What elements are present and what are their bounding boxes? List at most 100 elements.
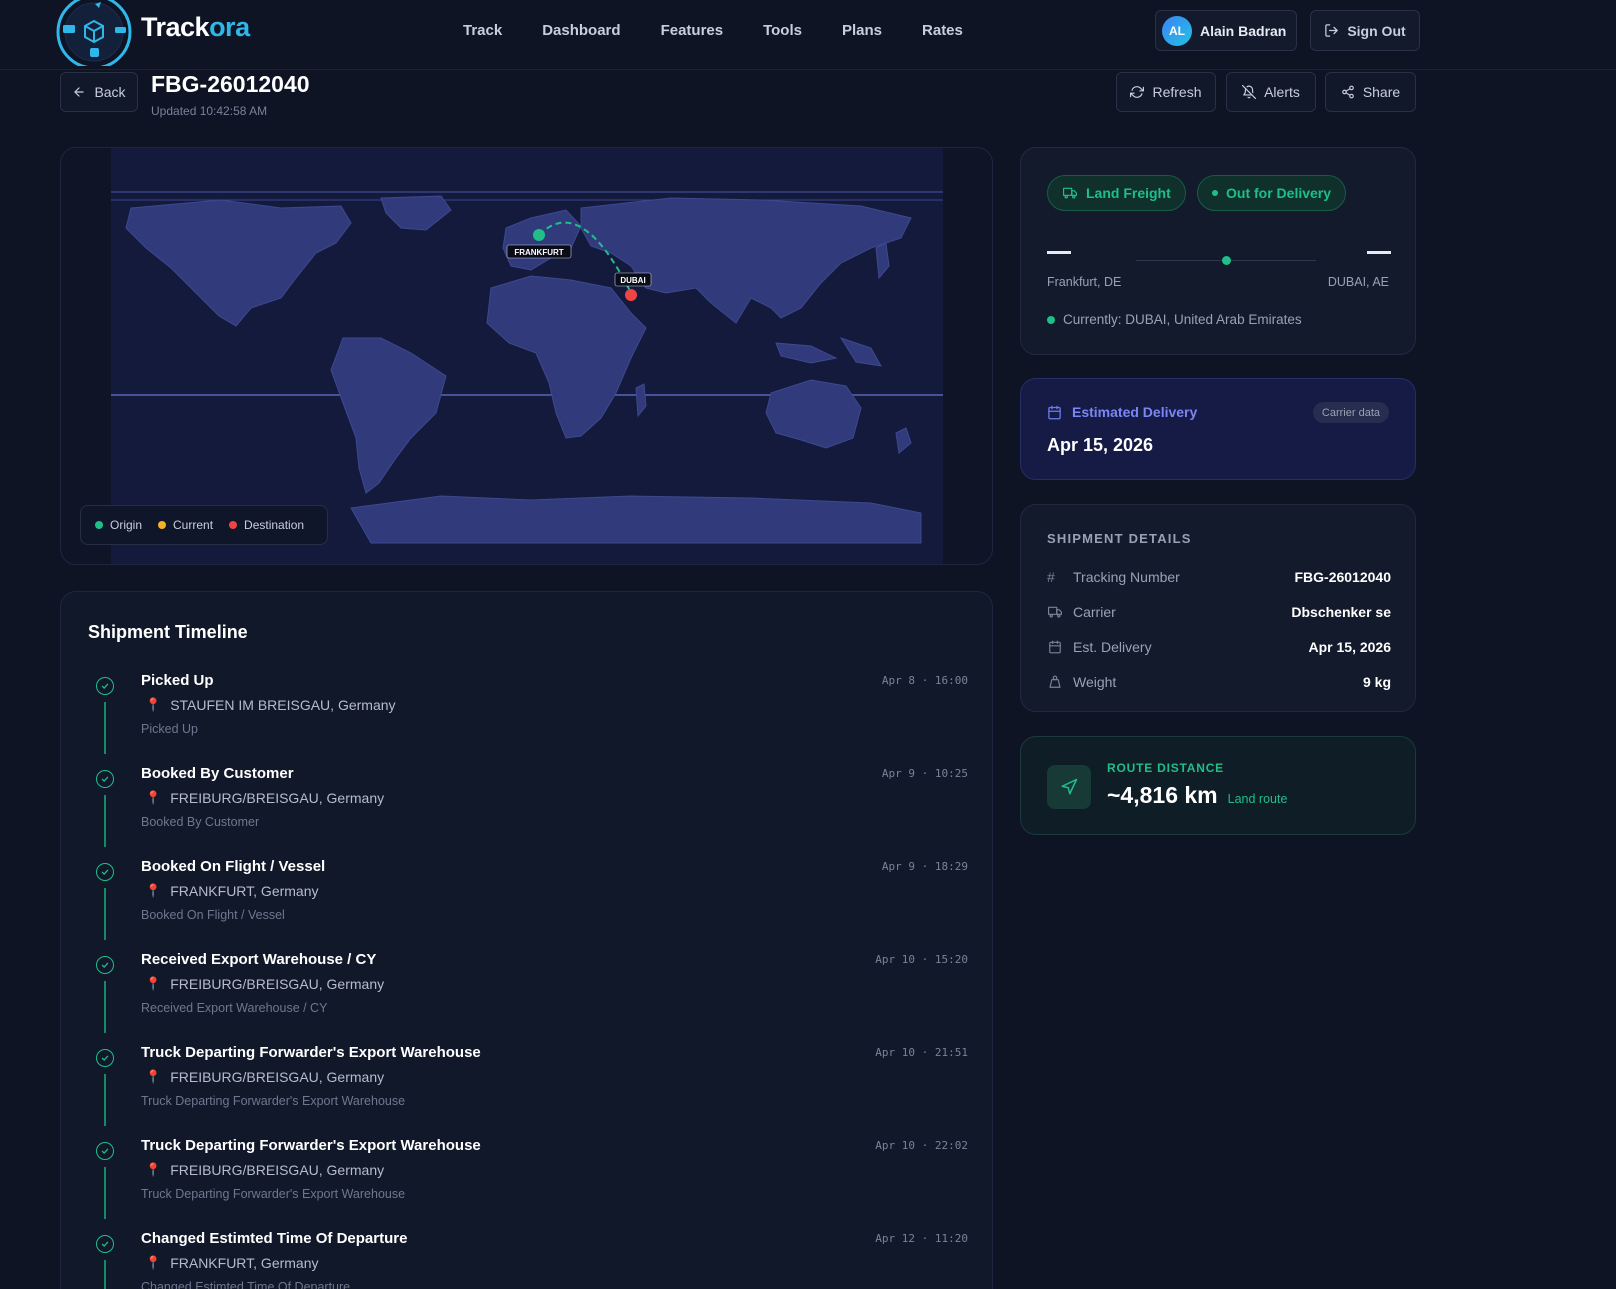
current-location-dot <box>1047 315 1055 324</box>
timeline-connector <box>104 702 106 754</box>
share-button[interactable]: Share <box>1325 72 1416 112</box>
event-location-label: FREIBURG/BREISGAU, Germany <box>170 1162 385 1178</box>
shipment-details-title: SHIPMENT DETAILS <box>1047 531 1192 546</box>
legend-current-label: Current <box>173 518 214 532</box>
bell-off-icon <box>1242 85 1257 99</box>
detail-value: Apr 15, 2026 <box>1308 639 1392 655</box>
event-location: 📍 FREIBURG/BREISGAU, Germany <box>145 1069 384 1085</box>
destination-tag-label: DUBAI <box>620 276 645 285</box>
sign-out-label: Sign Out <box>1347 22 1406 39</box>
timeline-event[interactable]: Changed Estimted Time Of Departure 📍 FRAN… <box>61 1230 994 1289</box>
event-title: Received Export Warehouse / CY <box>141 951 377 968</box>
detail-label: Tracking Number <box>1073 569 1180 585</box>
event-location: 📍 FREIBURG/BREISGAU, Germany <box>145 790 384 806</box>
map-pin-icon: 📍 <box>145 1162 162 1177</box>
origin-marker[interactable] <box>533 229 545 241</box>
detail-row-weight: Weight 9 kg <box>1047 672 1391 692</box>
map-pin-icon: 📍 <box>145 790 162 805</box>
destination-tag: DUBAI <box>614 272 652 287</box>
event-time: Apr 9 · 18:29 <box>881 860 968 873</box>
timeline-event[interactable]: Truck Departing Forwarder's Export Wareh… <box>61 1137 994 1230</box>
event-location-label: FREIBURG/BREISGAU, Germany <box>170 976 385 992</box>
detail-row-carrier: Carrier Dbschenker se <box>1047 602 1391 622</box>
status-label: Out for Delivery <box>1226 185 1332 201</box>
sign-out-icon <box>1325 24 1339 37</box>
event-location: 📍 FREIBURG/BREISGAU, Germany <box>145 976 384 992</box>
back-button[interactable]: Back <box>60 72 138 112</box>
nav-link-plans[interactable]: Plans <box>842 22 882 39</box>
event-description: Received Export Warehouse / CY <box>141 1001 328 1015</box>
timeline-connector <box>104 795 106 847</box>
event-title: Truck Departing Forwarder's Export Wareh… <box>141 1044 481 1061</box>
event-description: Changed Estimted Time Of Departure <box>141 1280 351 1289</box>
event-title: Truck Departing Forwarder's Export Wareh… <box>141 1137 481 1154</box>
alerts-button[interactable]: Alerts <box>1226 72 1316 112</box>
timeline-connector <box>104 1074 106 1126</box>
nav-link-features[interactable]: Features <box>661 22 724 39</box>
brand-name-part1: Track <box>141 12 210 42</box>
detail-value: 9 kg <box>1362 674 1391 690</box>
event-location: 📍 FRANKFURT, Germany <box>145 1255 319 1271</box>
arrow-left-icon <box>74 87 85 97</box>
event-time: Apr 10 · 21:51 <box>875 1046 968 1059</box>
share-label: Share <box>1362 84 1401 100</box>
event-description: Truck Departing Forwarder's Export Wareh… <box>141 1187 406 1201</box>
detail-value[interactable]: FBG-26012040 <box>1294 569 1391 585</box>
check-circle-icon <box>96 1142 114 1160</box>
event-title: Changed Estimted Time Of Departure <box>141 1230 408 1247</box>
nav-links: Track Dashboard Features Tools Plans Rat… <box>463 22 1003 39</box>
user-menu-button[interactable]: AL Alain Badran <box>1155 10 1297 51</box>
timeline-event[interactable]: Truck Departing Forwarder's Export Wareh… <box>61 1044 994 1137</box>
map-card: FRANKFURT DUBAI Origin Current Destinati… <box>60 147 993 565</box>
timeline-event[interactable]: Received Export Warehouse / CY 📍 FREIBURG… <box>61 951 994 1044</box>
estimated-delivery-date: Apr 15, 2026 <box>1047 435 1154 455</box>
event-description: Picked Up <box>141 722 198 736</box>
brand-name[interactable]: Trackora <box>141 12 250 43</box>
check-circle-icon <box>96 770 114 788</box>
legend-origin-label: Origin <box>110 518 143 532</box>
timeline-connector <box>104 981 106 1033</box>
route-distance-card: ROUTE DISTANCE ~4,816 km Land route <box>1020 736 1416 835</box>
calendar-icon <box>1049 640 1061 654</box>
route-progress-dot <box>1222 256 1231 265</box>
truck-icon <box>1063 187 1077 199</box>
destination-marker[interactable] <box>625 289 637 301</box>
world-map[interactable]: FRANKFURT DUBAI <box>111 148 943 564</box>
timeline-connector <box>104 888 106 940</box>
check-circle-icon <box>96 677 114 695</box>
mode-badge: Land Freight <box>1047 175 1186 211</box>
nav-link-track[interactable]: Track <box>463 22 502 39</box>
event-location-label: FRANKFURT, Germany <box>170 883 319 899</box>
timeline-event[interactable]: Picked Up 📍 STAUFEN IM BREISGAU, Germany … <box>61 672 994 765</box>
timeline-event[interactable]: Booked By Customer 📍 FREIBURG/BREISGAU, G… <box>61 765 994 858</box>
avatar: AL <box>1162 15 1192 46</box>
world-map-svg: FRANKFURT DUBAI <box>111 191 943 544</box>
map-pin-icon: 📍 <box>145 883 162 898</box>
sign-out-button[interactable]: Sign Out <box>1310 10 1420 51</box>
event-title: Booked On Flight / Vessel <box>141 858 326 875</box>
event-time: Apr 10 · 22:02 <box>875 1139 968 1152</box>
legend-destination: Destination <box>229 518 304 532</box>
route-mode-label: Land route <box>1227 792 1288 806</box>
legend-current: Current <box>158 518 213 532</box>
top-navbar: Trackora Track Dashboard Features Tools … <box>0 0 1616 70</box>
detail-label: Weight <box>1073 674 1117 690</box>
shipment-details-card: SHIPMENT DETAILS # Tracking Number FBG-2… <box>1020 504 1416 712</box>
origin-tag-label: FRANKFURT <box>514 248 563 257</box>
truck-icon <box>1048 606 1062 618</box>
detail-value: Dbschenker se <box>1291 604 1391 620</box>
origin-indicator <box>1047 251 1071 254</box>
refresh-button[interactable]: Refresh <box>1116 72 1216 112</box>
nav-link-dashboard[interactable]: Dashboard <box>542 22 620 39</box>
user-name: Alain Badran <box>1200 22 1287 39</box>
check-circle-icon <box>96 1049 114 1067</box>
timeline-event[interactable]: Booked On Flight / Vessel 📍 FRANKFURT, Ge… <box>61 858 994 951</box>
event-location-label: FRANKFURT, Germany <box>170 1255 319 1271</box>
logo-icon[interactable] <box>55 0 133 66</box>
map-pin-icon: 📍 <box>145 697 162 712</box>
event-time: Apr 9 · 10:25 <box>881 767 968 780</box>
nav-link-rates[interactable]: Rates <box>922 22 963 39</box>
nav-link-tools[interactable]: Tools <box>763 22 802 39</box>
share-icon <box>1341 85 1354 99</box>
route-distance-title: ROUTE DISTANCE <box>1107 761 1224 775</box>
